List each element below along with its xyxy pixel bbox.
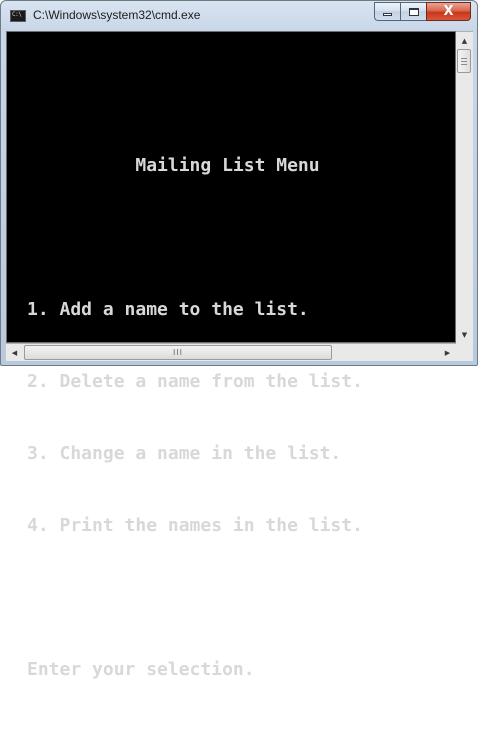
cmd-icon-glyph: C:\ (12, 11, 22, 18)
scroll-up-arrow-icon[interactable]: ▲ (456, 32, 473, 49)
window-controls: X (374, 2, 471, 21)
scroll-left-arrow-icon[interactable]: ◀ (6, 344, 23, 361)
scrollbar-corner (456, 343, 473, 361)
console-text: Mailing List Menu 1. Add a name to the l… (27, 34, 363, 730)
maximize-button[interactable] (400, 2, 426, 21)
title-bar[interactable]: C:\ C:\Windows\system32\cmd.exe X (1, 1, 477, 31)
horizontal-scroll-thumb[interactable]: III (24, 345, 332, 360)
cmd-window: C:\ C:\Windows\system32\cmd.exe X Mailin… (0, 0, 478, 680)
thumb-grip-line (461, 61, 467, 62)
scroll-down-arrow-icon[interactable]: ▼ (456, 326, 473, 343)
close-icon: X (443, 4, 454, 19)
maximize-icon (408, 7, 419, 16)
thumb-grip-line (461, 58, 467, 59)
scroll-right-arrow-icon[interactable]: ▶ (439, 344, 456, 361)
window-title: C:\Windows\system32\cmd.exe (33, 8, 201, 22)
console-line: 3. Change a name in the list. (27, 443, 342, 464)
vertical-scrollbar[interactable]: ▲ ▼ (456, 31, 473, 343)
console-output[interactable]: Mailing List Menu 1. Add a name to the l… (6, 31, 456, 680)
console-line: 2. Delete a name from the list. (27, 371, 363, 392)
console-line: 1. Add a name to the list. (27, 299, 309, 320)
minimize-button[interactable] (374, 2, 400, 21)
thumb-grip-line (461, 64, 467, 65)
console-line: Enter your selection. (27, 659, 255, 680)
console-line: Mailing List Menu (27, 155, 320, 176)
close-button[interactable]: X (426, 2, 471, 21)
minimize-icon (383, 13, 392, 16)
horizontal-scrollbar[interactable]: ◀ III ▶ (6, 343, 456, 361)
cmd-icon[interactable]: C:\ (10, 10, 26, 22)
console-line: 4. Print the names in the list. (27, 515, 363, 536)
vertical-scroll-thumb[interactable] (457, 49, 471, 73)
thumb-grip: III (172, 347, 184, 357)
